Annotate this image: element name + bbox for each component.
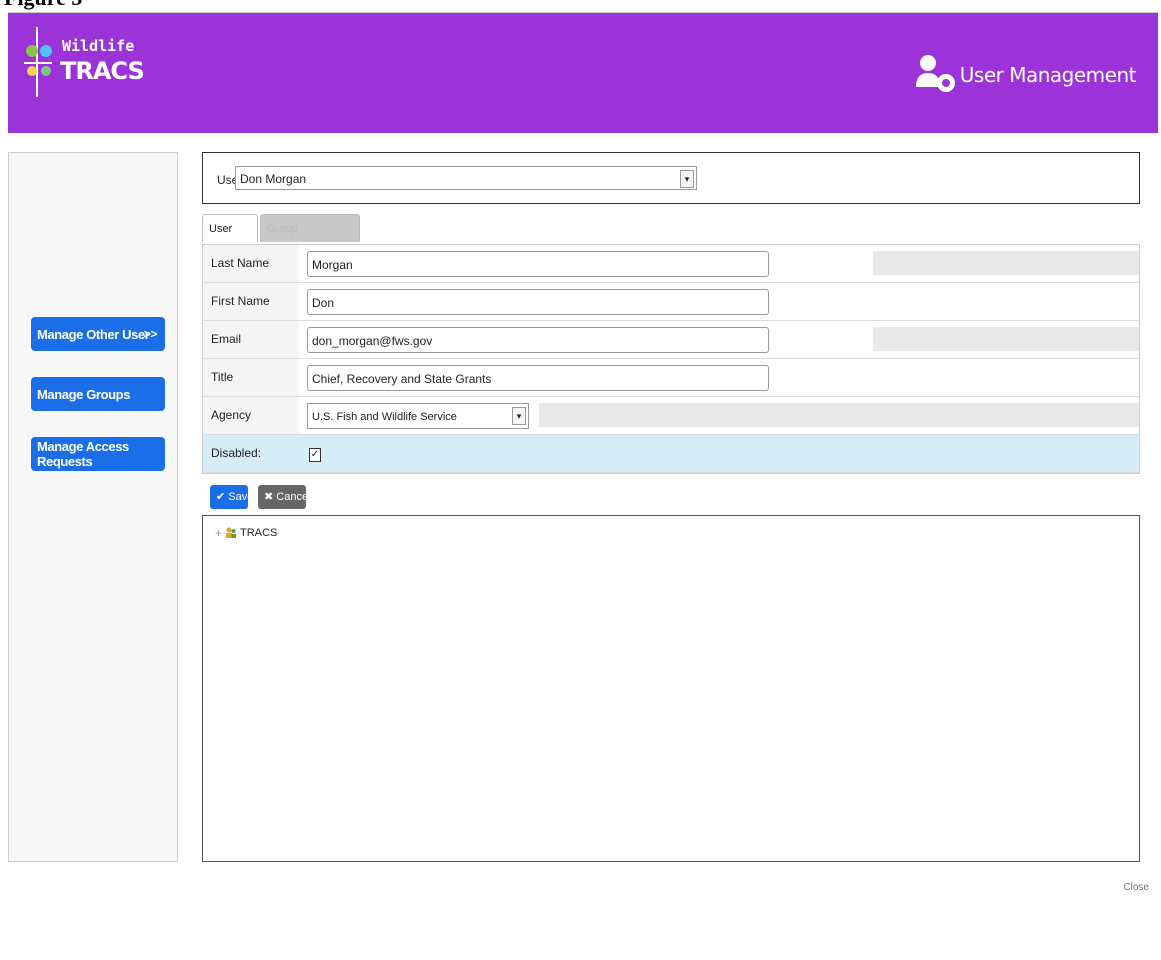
form-row-email: Email don_morgan@fws.gov — [203, 321, 1139, 359]
form-row-disabled: Disabled: ✓ — [203, 435, 1139, 473]
user-select[interactable]: Don Morgan ▾ — [235, 166, 697, 190]
permissions-tree: + TRACS — [202, 515, 1140, 862]
manage-groups-button[interactable]: Manage Groups — [31, 377, 165, 411]
users-group-icon — [226, 527, 237, 538]
tab-user-profile[interactable]: User Profile — [202, 214, 258, 263]
save-button[interactable]: ✔ Save — [210, 485, 253, 509]
app-header: Wildlife TRACS User Management — [8, 12, 1158, 133]
email-input[interactable]: don_morgan@fws.gov — [307, 327, 769, 353]
logo-text-tracs: TRACS — [60, 57, 145, 85]
user-select-value: Don Morgan — [240, 172, 307, 186]
agency-label: Agency — [203, 397, 299, 434]
agency-select[interactable]: U.S. Fish and Wildlife Service ▾ — [307, 403, 529, 429]
wildlife-tracs-logo: Wildlife TRACS — [22, 27, 145, 107]
chevron-right-icon: >> — [143, 327, 158, 341]
first-name-input[interactable]: Don — [307, 289, 769, 315]
user-management-icon — [912, 53, 958, 95]
last-name-input[interactable]: Morgan — [307, 251, 769, 277]
manage-access-requests-button[interactable]: Manage Access Requests — [31, 437, 165, 471]
tab-group-permissions[interactable]: Group Permissions — [260, 214, 360, 263]
chevron-down-icon[interactable]: ▾ — [680, 170, 694, 188]
title-label: Title — [203, 359, 299, 396]
close-icon: ✖ — [264, 491, 274, 503]
logo-mark-icon — [24, 27, 52, 97]
sidebar: Manage Other User >> Manage Groups Manag… — [8, 152, 178, 862]
form-row-first-name: First Name Don — [203, 283, 1139, 321]
user-profile-form: Last Name Morgan First Name Don Email do… — [202, 244, 1140, 474]
form-row-last-name: Last Name Morgan — [203, 245, 1139, 283]
tree-expand-icon[interactable]: + — [215, 526, 222, 540]
save-label: Save — [228, 491, 254, 503]
figure-caption: Figure 5 — [4, 0, 82, 10]
last-name-label: Last Name — [203, 245, 299, 282]
check-icon: ✔ — [216, 491, 226, 503]
disabled-label: Disabled: — [203, 435, 299, 472]
manage-other-user-label: Manage Other User — [37, 326, 150, 342]
cancel-button[interactable]: ✖ Cancel — [258, 485, 311, 509]
disabled-checkbox[interactable]: ✓ — [309, 448, 321, 462]
cancel-label: Cancel — [276, 491, 311, 503]
first-name-label: First Name — [203, 283, 299, 320]
agency-select-value: U.S. Fish and Wildlife Service — [312, 411, 457, 423]
email-label: Email — [203, 321, 299, 358]
chevron-down-icon[interactable]: ▾ — [512, 407, 526, 425]
close-link[interactable]: Close — [1123, 882, 1149, 893]
form-row-agency: Agency U.S. Fish and Wildlife Service ▾ — [203, 397, 1139, 435]
manage-access-requests-label: Manage Access Requests — [37, 439, 129, 469]
manage-groups-label: Manage Groups — [37, 386, 131, 402]
manage-other-user-button[interactable]: Manage Other User >> — [31, 317, 165, 351]
logo-text-wildlife: Wildlife — [62, 37, 135, 55]
tree-node-label: TRACS — [240, 527, 278, 539]
user-select-bar: User: Don Morgan ▾ — [202, 152, 1140, 204]
tree-node-tracs[interactable]: + TRACS — [215, 526, 277, 540]
page-title: User Management — [959, 63, 1137, 87]
form-row-title: Title Chief, Recovery and State Grants — [203, 359, 1139, 397]
title-input[interactable]: Chief, Recovery and State Grants — [307, 365, 769, 391]
